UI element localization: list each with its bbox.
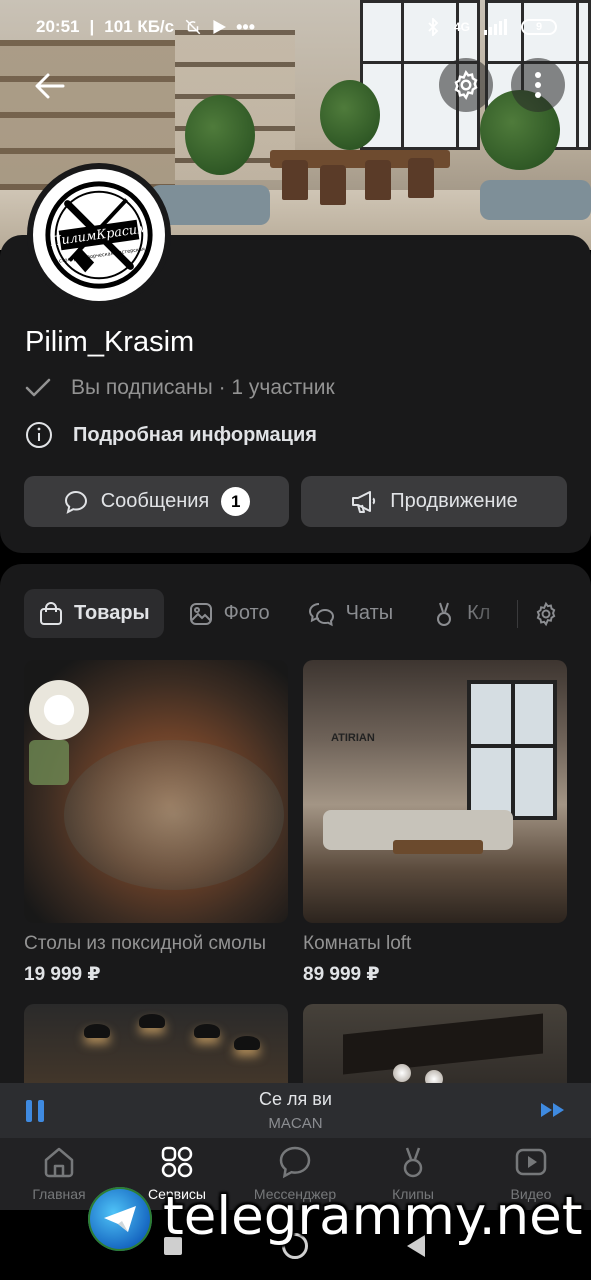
product-image	[24, 660, 288, 923]
settings-button[interactable]	[439, 58, 493, 112]
ceiling-beam	[343, 1013, 543, 1075]
status-dots: •••	[236, 16, 256, 37]
watermark-text: telegrammy.net	[163, 1186, 583, 1247]
section-tabs: Товары Фото Чаты Кл	[24, 589, 514, 638]
product-price: 19 999 ₽	[24, 964, 101, 985]
bluetooth-icon	[428, 18, 439, 36]
megaphone-icon	[352, 490, 376, 513]
product-card[interactable]: Столы из поксидной смолы 19 999 ₽	[24, 660, 288, 986]
cover-chair	[320, 165, 346, 205]
home-icon	[44, 1147, 74, 1178]
status-time: 20:51	[36, 17, 80, 36]
chats-icon	[308, 602, 334, 626]
clips-icon	[403, 1147, 423, 1178]
clips-icon	[437, 602, 452, 626]
tab-label: Товары	[74, 602, 150, 624]
avatar[interactable]: ПилимКрасим столярно-творческая мастерск…	[27, 163, 171, 307]
product-title: Столы из поксидной смолы	[24, 933, 266, 954]
member-count[interactable]: 1 участник	[231, 376, 334, 399]
pendant-lamp	[393, 1064, 411, 1082]
gear-icon	[454, 69, 478, 101]
next-track-icon[interactable]	[541, 1101, 567, 1119]
check-icon	[25, 378, 51, 397]
play-status-icon	[213, 20, 227, 34]
community-logo: ПилимКрасим столярно-творческая мастерск…	[33, 169, 165, 301]
tab-photos[interactable]: Фото	[174, 589, 284, 638]
services-icon	[161, 1146, 193, 1178]
mute-bell-icon	[185, 19, 201, 35]
loft-sign: ATIRIAN	[331, 732, 375, 744]
status-speed: 101 КБ/с	[104, 17, 175, 36]
unread-badge: 1	[221, 487, 251, 516]
details-row[interactable]: Подробная информация	[25, 421, 317, 449]
product-card[interactable]: ATIRIAN Комнаты loft 89 999 ₽	[303, 660, 567, 986]
cover-plant	[185, 95, 255, 175]
status-bar: 20:51 | 101 КБ/с ••• 4G 9	[0, 0, 591, 54]
more-vertical-icon	[535, 72, 541, 98]
cover-chair	[365, 160, 391, 200]
dot-separator: ·	[218, 376, 232, 399]
tab-chats[interactable]: Чаты	[294, 589, 408, 638]
tab-label: Фото	[223, 602, 270, 624]
cover-plant	[320, 80, 380, 150]
loft-coffee-table	[393, 840, 483, 854]
product-title: Комнаты loft	[303, 933, 412, 954]
details-label: Подробная информация	[73, 423, 317, 446]
product-price: 89 999 ₽	[303, 964, 380, 985]
battery-level: 9	[535, 21, 543, 33]
promotion-label: Продвижение	[390, 490, 518, 512]
tab-products[interactable]: Товары	[24, 589, 164, 638]
cover-chair	[282, 160, 308, 200]
video-icon	[515, 1148, 547, 1176]
track-artist: MACAN	[268, 1115, 323, 1132]
messages-label: Сообщения	[100, 490, 210, 512]
tab-label: Чаты	[345, 602, 394, 624]
pendant-lamp	[234, 1036, 260, 1050]
community-name: Pilim_Krasim	[25, 326, 195, 358]
photo-icon	[189, 602, 212, 625]
pendant-lamp	[139, 1014, 165, 1028]
messages-button[interactable]: Сообщения 1	[24, 476, 289, 527]
loft-window	[467, 680, 557, 820]
promotion-button[interactable]: Продвижение	[301, 476, 567, 527]
audio-player[interactable]: Се ля ви MACAN	[0, 1083, 591, 1138]
subscription-status: Вы подписаны	[71, 376, 213, 399]
vase	[29, 740, 69, 785]
tabs-fade	[460, 589, 520, 638]
gear-icon	[536, 601, 556, 627]
bag-icon	[40, 601, 62, 625]
more-button[interactable]	[511, 58, 565, 112]
pendant-lamp	[194, 1024, 220, 1038]
info-icon	[26, 422, 52, 448]
logo-brush-icon: ПилимКрасим столярно-творческая мастерск…	[45, 181, 153, 289]
status-separator: |	[89, 17, 95, 36]
messenger-icon	[279, 1146, 311, 1179]
track-title: Се ля ви	[259, 1089, 332, 1109]
product-image: ATIRIAN	[303, 660, 567, 923]
network-type: 4G	[453, 20, 470, 34]
tabs-settings-button[interactable]	[524, 592, 568, 636]
subscription-row[interactable]: Вы подписаны · 1 участник	[25, 376, 335, 400]
battery-icon: 9	[521, 19, 557, 35]
signal-icon	[484, 19, 507, 35]
paper-plane-icon	[104, 1206, 136, 1232]
tabs-divider	[517, 600, 518, 628]
message-bubble-icon	[64, 490, 87, 514]
arrow-left-icon	[35, 73, 65, 99]
flowers	[24, 675, 94, 745]
telegram-logo-icon	[88, 1187, 152, 1251]
back-button[interactable]	[26, 62, 74, 110]
pendant-lamp	[84, 1024, 110, 1038]
resin-glass	[64, 740, 284, 890]
nav-label: Главная	[32, 1186, 86, 1202]
cover-chair	[408, 158, 434, 198]
cover-sofa	[480, 180, 591, 220]
